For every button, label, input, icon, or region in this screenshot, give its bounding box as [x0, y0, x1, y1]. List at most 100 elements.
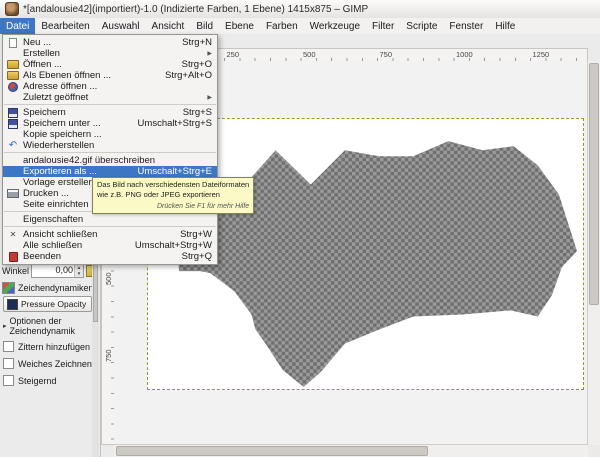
submenu-arrow-icon: ▶ — [207, 50, 212, 57]
angle-label: Winkel — [2, 266, 29, 276]
globe-icon — [7, 82, 19, 92]
menu-item-alle-schliessen[interactable]: Alle schließenUmschalt+Strg+W — [3, 240, 217, 251]
spin-down-icon[interactable]: ▼ — [75, 271, 83, 277]
menu-item-label: Zuletzt geöffnet — [23, 92, 199, 103]
menu-item-shortcut: Strg+S — [183, 107, 212, 118]
horizontal-scrollbar[interactable] — [114, 444, 588, 457]
angle-spinbox[interactable]: 0,00 ▲ ▼ — [31, 264, 84, 278]
menu-item-offnen[interactable]: Öffnen ...Strg+O — [3, 59, 217, 70]
icon-placeholder — [7, 178, 19, 188]
panel-scrollbar-thumb[interactable] — [93, 264, 98, 322]
menu-item-label: Eigenschaften — [23, 214, 212, 225]
folder-icon — [7, 60, 19, 70]
dynamics-preview-icon — [7, 299, 18, 310]
icon-placeholder — [7, 156, 19, 166]
menu-item-wiederherstellen[interactable]: Wiederherstellen — [3, 140, 217, 151]
menu-item-shortcut: Umschalt+Strg+S — [138, 118, 212, 129]
icon-placeholder — [7, 215, 19, 225]
panel-scrollbar[interactable] — [92, 263, 99, 457]
icon-placeholder — [7, 241, 19, 251]
dynamics-select[interactable]: Pressure Opacity — [3, 296, 92, 312]
checkbox-icon[interactable] — [3, 341, 14, 352]
save-as-icon — [7, 119, 19, 129]
menu-item-zuletzt-geoffnet[interactable]: Zuletzt geöffnet▶ — [3, 92, 217, 103]
menu-item-als-ebenen-offnen[interactable]: Als Ebenen öffnen ... Strg+Alt+O — [3, 70, 217, 81]
v-ruler-label: 750 — [104, 349, 113, 362]
vertical-scrollbar[interactable] — [587, 61, 600, 445]
angle-value[interactable]: 0,00 — [32, 265, 74, 277]
scrollbar-corner — [588, 445, 600, 457]
dynamics-icon — [2, 282, 15, 294]
menu-item-erstellen[interactable]: Erstellen ▶ — [3, 48, 217, 59]
checkbox-steigernd[interactable]: Steigernd — [0, 372, 100, 389]
menu-item-shortcut: Strg+Q — [182, 251, 212, 262]
menu-item-shortcut: Umschalt+Strg+W — [135, 240, 212, 251]
menubar-item-werkzeuge[interactable]: Werkzeuge — [304, 18, 366, 34]
menu-item-neu[interactable]: Neu ...Strg+N — [3, 37, 217, 48]
menu-item-label: Speichern unter ... — [23, 118, 130, 129]
menu-item-exportieren-als[interactable]: Exportieren als ... Umschalt+Strg+E — [3, 166, 217, 177]
icon-placeholder — [7, 167, 19, 177]
file-menu: Neu ...Strg+NErstellen▶Öffnen ...Strg+OA… — [2, 34, 218, 265]
angle-row: Winkel 0,00 ▲ ▼ — [0, 263, 100, 279]
h-ruler-label: 1250 — [533, 50, 550, 59]
angle-spinner-buttons[interactable]: ▲ ▼ — [74, 265, 83, 277]
menubar-item-scripte[interactable]: Scripte — [400, 18, 443, 34]
menu-item-shortcut: Strg+W — [180, 229, 212, 240]
checkbox-label: Steigernd — [18, 376, 57, 386]
checkbox-icon[interactable] — [3, 375, 14, 386]
menu-separator — [4, 152, 216, 153]
menu-item-label: Als Ebenen öffnen ... — [23, 70, 157, 81]
menu-item-ansicht-schliessen[interactable]: Ansicht schließen Strg+W — [3, 229, 217, 240]
gimp-window: *[andalousie42](importiert)-1.0 (Indizie… — [0, 0, 600, 457]
menu-item-label: Speichern — [23, 107, 175, 118]
menubar-item-datei[interactable]: Datei — [0, 18, 35, 34]
tooltip-line1: Das Bild nach verschiedensten Dateiforma… — [97, 180, 249, 190]
menu-item-label: Adresse öffnen ... — [23, 81, 212, 92]
menu-item-label: Erstellen — [23, 48, 199, 59]
menubar-item-filter[interactable]: Filter — [366, 18, 400, 34]
menu-item-shortcut: Strg+O — [182, 59, 212, 70]
menubar-item-farben[interactable]: Farben — [260, 18, 304, 34]
menu-item-eigenschaften[interactable]: Eigenschaften — [3, 214, 217, 225]
menubar-item-bearbeiten[interactable]: Bearbeiten — [35, 18, 95, 34]
menubar-item-auswahl[interactable]: Auswahl — [96, 18, 146, 34]
icon-placeholder — [7, 200, 19, 210]
icon-placeholder — [7, 93, 19, 103]
menu-item-shortcut: Strg+N — [182, 37, 212, 48]
vertical-scrollbar-thumb[interactable] — [589, 63, 599, 305]
menu-item-label: Kopie speichern ... — [23, 129, 212, 140]
horizontal-scrollbar-thumb[interactable] — [116, 446, 428, 456]
checkbox-icon[interactable] — [3, 358, 14, 369]
menu-item-adresse-offnen[interactable]: Adresse öffnen ... — [3, 81, 217, 92]
h-ruler-label: 500 — [303, 50, 316, 59]
menubar-item-fenster[interactable]: Fenster — [443, 18, 489, 34]
menu-item-andalousie42-gif-uberschreiben[interactable]: andalousie42.gif überschreiben — [3, 155, 217, 166]
menubar-item-hilfe[interactable]: Hilfe — [489, 18, 521, 34]
menubar: DateiBearbeitenAuswahlAnsichtBildEbeneFa… — [0, 18, 600, 35]
menubar-item-ansicht[interactable]: Ansicht — [146, 18, 191, 34]
layers-folder-icon — [7, 71, 19, 81]
menu-item-speichern[interactable]: Speichern Strg+S — [3, 107, 217, 118]
menu-item-label: Wiederherstellen — [23, 140, 212, 151]
checkbox-weiches-zeichnen[interactable]: Weiches Zeichnen — [0, 355, 100, 372]
menu-item-speichern-unter[interactable]: Speichern unter ... Umschalt+Strg+S — [3, 118, 217, 129]
dynamics-header: Zeichendynamiken — [0, 279, 100, 295]
menu-item-label: Ansicht schließen — [23, 229, 172, 240]
menu-item-shortcut: Strg+Alt+O — [165, 70, 212, 81]
menu-item-kopie-speichern[interactable]: Kopie speichern ... — [3, 129, 217, 140]
h-ruler-label: 250 — [227, 50, 240, 59]
tool-checkboxes: Zittern hinzufügenWeiches Zeichnen Steige… — [0, 338, 100, 389]
revert-icon — [7, 141, 19, 151]
checkbox-zittern-hinzufugen[interactable]: Zittern hinzufügen — [0, 338, 100, 355]
tooltip-line2: wie z.B. PNG oder JPEG exportieren — [97, 190, 249, 200]
menu-item-beenden[interactable]: BeendenStrg+Q — [3, 251, 217, 262]
new-document-icon — [7, 38, 19, 48]
menu-item-shortcut: Umschalt+Strg+E — [138, 166, 212, 177]
close-icon — [7, 230, 19, 240]
icon-placeholder — [7, 49, 19, 59]
menubar-item-ebene[interactable]: Ebene — [219, 18, 260, 34]
dynamics-options-expander[interactable]: ▸ Optionen der Zeichendynamik — [0, 313, 100, 338]
menubar-item-bild[interactable]: Bild — [190, 18, 219, 34]
menu-item-label: Exportieren als ... — [23, 166, 130, 177]
